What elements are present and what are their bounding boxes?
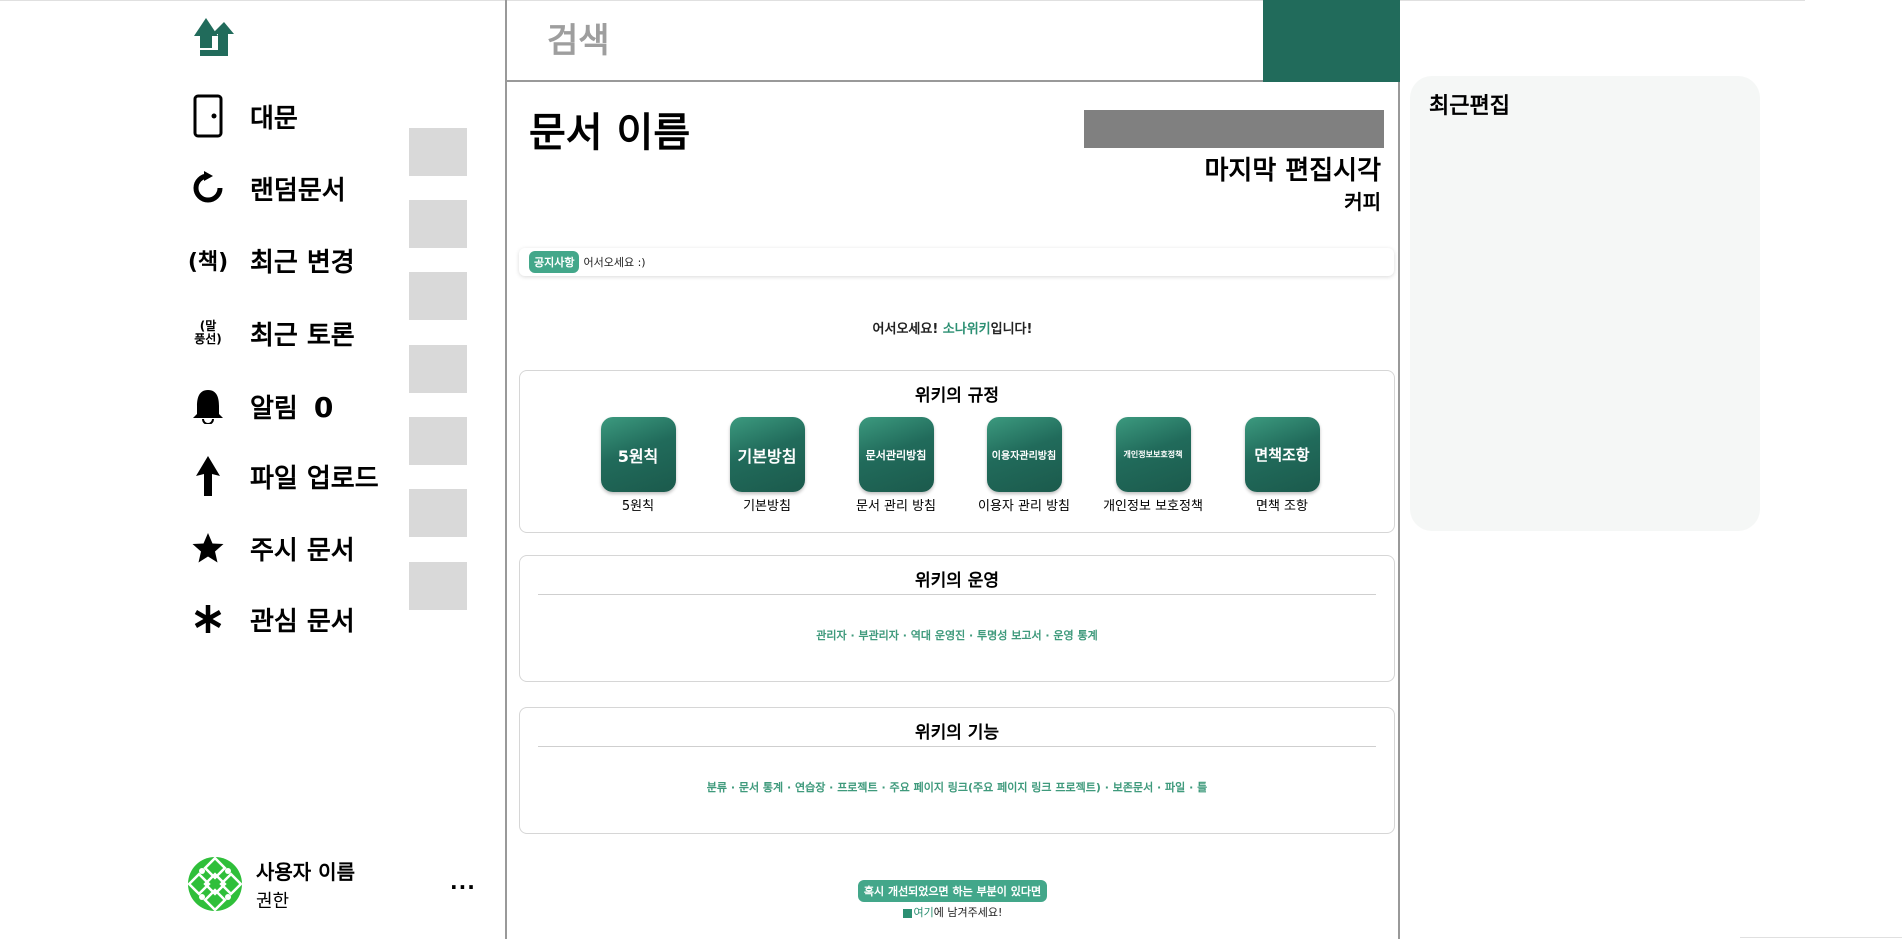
search-input[interactable] [547, 14, 1147, 68]
user-more-button[interactable]: ... [450, 870, 476, 894]
operations-links[interactable]: 관리자 · 부관리자 · 역대 운영진 · 투명성 보고서 · 운영 통계 [520, 627, 1394, 643]
asterisk-icon [188, 599, 228, 639]
sidebar-item-notifications[interactable]: 알림 0 [188, 379, 333, 433]
feedback-section: 혹시 개선되었으면 하는 부분이 있다면 여기에 남겨주세요! [507, 880, 1398, 920]
last-edit-time: 마지막 편집시각 [1204, 156, 1382, 186]
rule-tile: 기본방침 [729, 417, 805, 492]
search-bar [507, 0, 1400, 82]
welcome-prefix: 어서오세요! [872, 322, 943, 337]
upload-arrow-icon [188, 456, 228, 496]
refresh-icon [188, 168, 228, 208]
rule-card-privacy-policy[interactable]: 개인정보보호정책 개인정보 보호정책 [1098, 417, 1208, 514]
nav-badge-placeholder [409, 417, 467, 465]
sidebar-item-label: 최근 토론 [250, 320, 355, 351]
notice-text: 어서오세요 :) [583, 256, 646, 269]
rule-label: 이용자 관리 방침 [978, 499, 1070, 514]
nav-badge-placeholder [409, 562, 467, 610]
recent-edits-title: 최근편집 [1429, 94, 1510, 119]
rule-label: 5원칙 [621, 499, 655, 514]
feedback-tag: 혹시 개선되었으면 하는 부분이 있다면 [857, 880, 1048, 902]
section-divider [538, 594, 1376, 595]
wiki-rules-section: 위키의 규정 5원칙 5원칙 기본방침 기본방침 문서관리방침 문서 관리 방침… [519, 370, 1395, 533]
wiki-operations-section: 위키의 운영 관리자 · 부관리자 · 역대 운영진 · 투명성 보고서 · 운… [519, 555, 1395, 682]
sidebar-item-watched-documents[interactable]: 주시 문서 [188, 521, 355, 575]
feedback-link[interactable]: 여기 [914, 906, 934, 919]
user-role: 권한 [256, 890, 290, 912]
nav-badge-placeholder [409, 272, 467, 320]
book-icon: (책) [187, 250, 229, 275]
rule-card-disclaimer[interactable]: 면책조항 면책 조항 [1227, 417, 1337, 514]
rule-card-document-policy[interactable]: 문서관리방침 문서 관리 방침 [841, 417, 951, 514]
notifications-label: 알림 [250, 393, 298, 424]
document-title: 문서 이름 [529, 110, 691, 156]
rule-label: 면책 조항 [1256, 499, 1308, 514]
rule-tile: 이용자관리방침 [986, 417, 1062, 492]
sidebar-item-label: 알림 0 [250, 388, 333, 425]
sidebar-item-label: 주시 문서 [250, 535, 355, 566]
section-divider [538, 746, 1376, 747]
notice-tag[interactable]: 공지사항 [529, 251, 580, 273]
rule-label: 개인정보 보호정책 [1103, 499, 1203, 514]
welcome-suffix: 입니다! [990, 322, 1033, 337]
section-title: 위키의 기능 [914, 723, 1000, 743]
nav-badge-placeholder [409, 200, 467, 248]
speech-bubble-icon: (말 풍선) [194, 319, 222, 346]
avatar [188, 857, 242, 911]
welcome-message: 어서오세요! 소나위키입니다! [507, 318, 1398, 337]
section-title: 위키의 규정 [914, 386, 1000, 406]
user-profile[interactable]: 사용자 이름 권한 [188, 855, 478, 913]
wiki-features-section: 위키의 기능 분류 · 문서 통계 · 연습장 · 프로젝트 · 주요 페이지 … [519, 707, 1395, 834]
notification-count: 0 [313, 390, 334, 424]
document-toolbar-placeholder [1084, 110, 1384, 148]
notice-bar: 공지사항 어서오세요 :) [519, 248, 1394, 276]
wiki-name-link[interactable]: 소나위키 [943, 322, 991, 337]
features-links[interactable]: 분류 · 문서 통계 · 연습장 · 프로젝트 · 주요 페이지 링크(주요 페… [520, 779, 1394, 795]
link-icon [902, 908, 912, 918]
sidebar-item-label: 대문 [250, 103, 298, 134]
sidebar: 대문 랜덤문서 (책) 최근 변경 (말 풍선) 최근 토론 알림 0 파일 업로… [0, 0, 505, 939]
sidebar-item-label: 관심 문서 [250, 606, 355, 637]
search-button[interactable] [1263, 0, 1400, 82]
sona-logo-icon[interactable] [188, 12, 240, 60]
rule-tile: 문서관리방침 [858, 417, 934, 492]
sidebar-item-interest-documents[interactable]: 관심 문서 [188, 592, 355, 646]
sidebar-item-recent-changes[interactable]: (책) 최근 변경 [188, 233, 355, 287]
rule-tile: 면책조항 [1244, 417, 1320, 492]
nav-badge-placeholder [409, 489, 467, 537]
rule-card-user-policy[interactable]: 이용자관리방침 이용자 관리 방침 [969, 417, 1079, 514]
user-name: 사용자 이름 [256, 859, 355, 884]
sidebar-item-label: 파일 업로드 [250, 463, 379, 494]
nav-badge-placeholder [409, 345, 467, 393]
star-icon [188, 528, 228, 568]
rule-label: 기본방침 [743, 499, 791, 514]
rule-tile: 개인정보보호정책 [1115, 417, 1191, 492]
rule-label: 문서 관리 방침 [855, 499, 937, 514]
sidebar-item-random-document[interactable]: 랜덤문서 [188, 161, 346, 215]
last-editor[interactable]: 커피 [1344, 186, 1381, 215]
rule-card-basic-policy[interactable]: 기본방침 기본방침 [712, 417, 822, 514]
bell-icon [188, 386, 228, 426]
sidebar-item-label: 최근 변경 [250, 247, 355, 278]
rule-card-five-principles[interactable]: 5원칙 5원칙 [583, 417, 693, 514]
recent-edits-panel: 최근편집 [1410, 76, 1760, 531]
sidebar-item-main-page[interactable]: 대문 [188, 89, 298, 143]
door-icon [188, 94, 228, 138]
nav-badge-placeholder [409, 128, 467, 176]
main-content: 문서 이름 마지막 편집시각 커피 공지사항 어서오세요 :) 어서오세요! 소… [505, 0, 1400, 939]
section-title: 위키의 운영 [914, 571, 1000, 591]
sidebar-item-file-upload[interactable]: 파일 업로드 [188, 449, 379, 503]
rule-tile: 5원칙 [600, 417, 676, 492]
sidebar-item-label: 랜덤문서 [250, 175, 346, 206]
sidebar-item-recent-discussions[interactable]: (말 풍선) 최근 토론 [188, 306, 355, 360]
feedback-suffix: 에 남겨주세요! [933, 906, 1003, 919]
